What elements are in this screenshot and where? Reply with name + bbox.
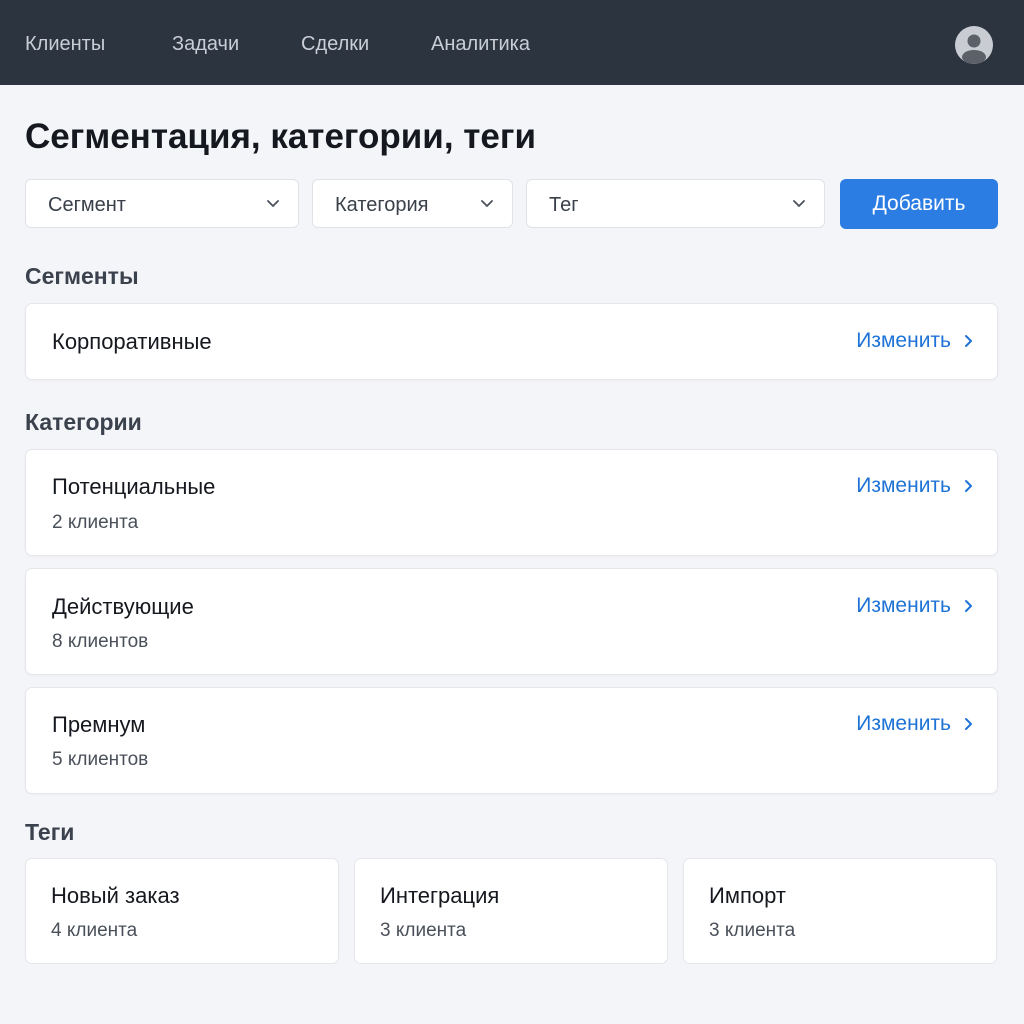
segment-card[interactable]: Корпоративные Изменить bbox=[25, 303, 998, 380]
category-card[interactable]: Потенциальные 2 клиента Изменить bbox=[25, 449, 998, 556]
tag-select-label: Тег bbox=[549, 194, 579, 216]
segments-heading: Сегменты bbox=[25, 263, 139, 289]
category-count: 8 клиентов bbox=[52, 631, 149, 652]
edit-category-link[interactable]: Изменить bbox=[856, 712, 973, 736]
segment-select[interactable]: Сегмент bbox=[25, 179, 299, 228]
chevron-down-icon bbox=[793, 200, 805, 207]
categories-heading: Категории bbox=[25, 409, 142, 435]
tag-name: Интеграция bbox=[380, 883, 500, 908]
tags-heading: Теги bbox=[25, 819, 75, 845]
category-count: 5 клиентов bbox=[52, 749, 149, 770]
tag-card[interactable]: Новый заказ 4 клиента bbox=[25, 858, 339, 964]
category-count: 2 клиента bbox=[52, 512, 139, 533]
category-card[interactable]: Премнум 5 клиентов Изменить bbox=[25, 687, 998, 794]
category-name: Действующие bbox=[52, 594, 194, 619]
tag-card[interactable]: Интеграция 3 клиента bbox=[354, 858, 668, 964]
tag-count: 4 клиента bbox=[51, 920, 138, 941]
nav-item-tasks[interactable]: Задачи bbox=[172, 33, 239, 56]
chevron-right-icon bbox=[965, 600, 972, 612]
chevron-right-icon bbox=[965, 718, 972, 730]
category-select[interactable]: Категория bbox=[312, 179, 513, 228]
tag-count: 3 клиента bbox=[709, 920, 796, 941]
nav-item-clients[interactable]: Клиенты bbox=[25, 33, 105, 56]
tag-name: Импорт bbox=[709, 883, 786, 908]
edit-category-link[interactable]: Изменить bbox=[856, 474, 973, 498]
chevron-down-icon bbox=[267, 200, 279, 207]
add-button[interactable]: Добавить bbox=[840, 179, 998, 229]
category-select-label: Категория bbox=[335, 194, 429, 216]
chevron-down-icon bbox=[481, 200, 493, 207]
category-name: Премнум bbox=[52, 712, 146, 737]
edit-link-label: Изменить bbox=[856, 594, 951, 617]
edit-link-label: Изменить bbox=[856, 329, 951, 352]
category-name: Потенциальные bbox=[52, 474, 216, 499]
tag-select[interactable]: Тег bbox=[526, 179, 825, 228]
tag-card[interactable]: Импорт 3 клиента bbox=[683, 858, 997, 964]
edit-segment-link[interactable]: Изменить bbox=[856, 329, 973, 353]
nav-item-analytics[interactable]: Аналитика bbox=[431, 33, 530, 56]
nav-item-deals[interactable]: Сделки bbox=[301, 33, 369, 56]
page-title: Сегментация, категории, теги bbox=[25, 117, 536, 156]
chevron-right-icon bbox=[965, 480, 972, 492]
edit-category-link[interactable]: Изменить bbox=[856, 594, 973, 618]
segment-name: Корпоративные bbox=[52, 329, 212, 354]
chevron-right-icon bbox=[965, 335, 972, 347]
tag-count: 3 клиента bbox=[380, 920, 467, 941]
edit-link-label: Изменить bbox=[856, 712, 951, 735]
edit-link-label: Изменить bbox=[856, 474, 951, 497]
user-avatar-icon[interactable] bbox=[955, 26, 993, 64]
tag-name: Новый заказ bbox=[51, 883, 180, 908]
segment-select-label: Сегмент bbox=[48, 194, 126, 216]
category-card[interactable]: Действующие 8 клиентов Изменить bbox=[25, 568, 998, 675]
top-nav-bar: Клиенты Задачи Сделки Аналитика bbox=[0, 0, 1024, 85]
